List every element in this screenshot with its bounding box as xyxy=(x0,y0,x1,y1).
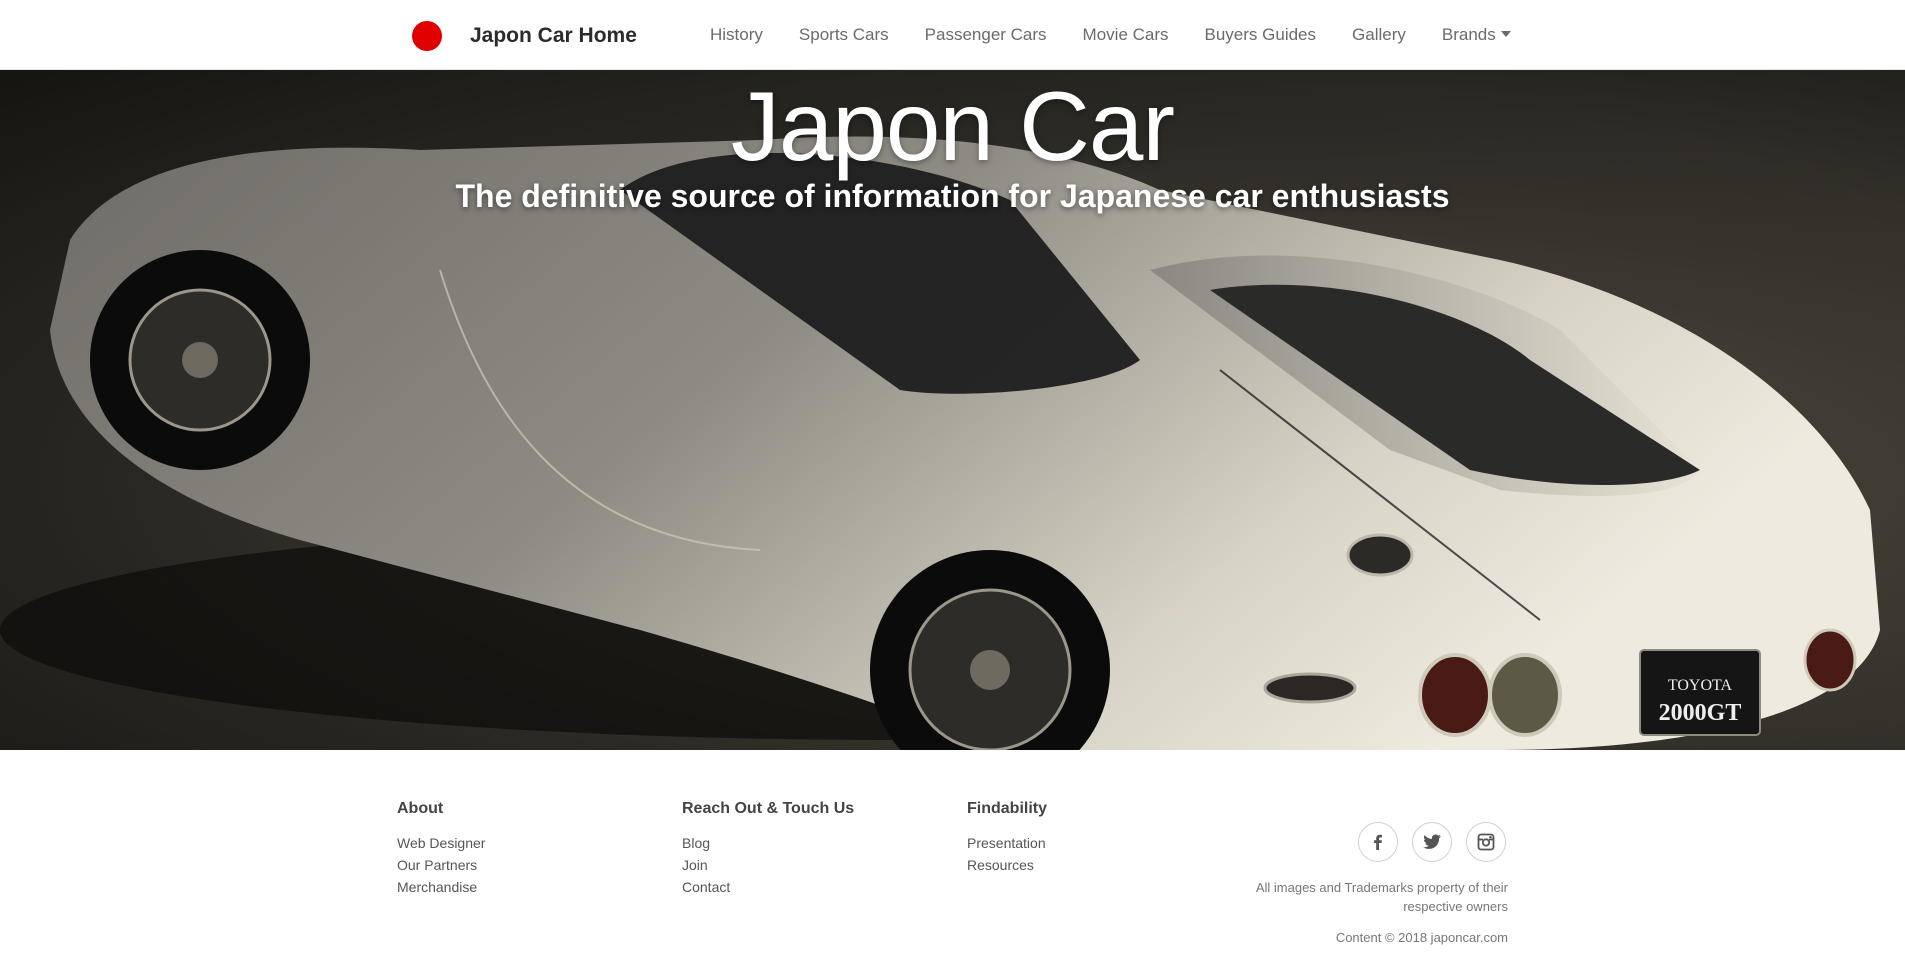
footer-findability-heading: Findability xyxy=(967,800,1047,817)
brand-home-link[interactable]: Japon Car Home xyxy=(412,21,637,51)
nav-movie-cars[interactable]: Movie Cars xyxy=(1083,25,1169,45)
caret-down-icon xyxy=(1500,31,1511,37)
nav-buyers-guides[interactable]: Buyers Guides xyxy=(1205,25,1317,45)
footer-link-blog[interactable]: Blog xyxy=(682,832,854,854)
footer-findability-column: Findability Presentation Resources xyxy=(967,800,1047,876)
nav-gallery[interactable]: Gallery xyxy=(1352,25,1406,45)
nav-passenger-cars[interactable]: Passenger Cars xyxy=(925,25,1047,45)
nav-brands-label: Brands xyxy=(1441,25,1496,44)
footer-link-merchandise[interactable]: Merchandise xyxy=(397,876,485,898)
brand-name: Japon Car Home xyxy=(470,24,637,47)
footer-link-resources[interactable]: Resources xyxy=(967,854,1047,876)
nav-sports-cars[interactable]: Sports Cars xyxy=(799,25,889,45)
footer-contact-heading: Reach Out & Touch Us xyxy=(682,800,855,817)
social-links xyxy=(1358,822,1506,862)
main-nav: History Sports Cars Passenger Cars Movie… xyxy=(710,0,1511,70)
nav-history[interactable]: History xyxy=(710,25,763,45)
footer-about-column: About Web Designer Our Partners Merchand… xyxy=(397,800,485,898)
footer-link-our-partners[interactable]: Our Partners xyxy=(397,854,485,876)
hero-title: Japon Car xyxy=(730,71,1175,181)
japan-flag-logo-icon xyxy=(412,21,442,51)
plate-line-2: 2000GT xyxy=(1659,700,1742,726)
twitter-button[interactable] xyxy=(1412,822,1452,862)
footer-about-heading: About xyxy=(397,800,444,817)
hero-banner: TOYOTA 2000GT Japon Car The definitive s… xyxy=(0,70,1905,750)
top-navbar: Japon Car Home History Sports Cars Passe… xyxy=(0,0,1905,70)
twitter-icon xyxy=(1423,834,1441,849)
hero-subtitle: The definitive source of information for… xyxy=(455,178,1450,214)
plate-line-1: TOYOTA xyxy=(1668,677,1733,694)
footer-link-join[interactable]: Join xyxy=(682,854,854,876)
nav-brands-dropdown[interactable]: Brands xyxy=(1442,25,1511,45)
site-footer: About Web Designer Our Partners Merchand… xyxy=(0,750,1905,969)
trademark-notice: All images and Trademarks property of th… xyxy=(1255,880,1508,914)
copyright-text: Content © 2018 japoncar.com xyxy=(1335,930,1508,945)
footer-contact-column: Reach Out & Touch Us Blog Join Contact xyxy=(682,800,854,898)
footer-link-web-designer[interactable]: Web Designer xyxy=(397,832,485,854)
instagram-icon xyxy=(1477,833,1495,851)
footer-link-contact[interactable]: Contact xyxy=(682,876,854,898)
facebook-button[interactable] xyxy=(1358,822,1398,862)
instagram-button[interactable] xyxy=(1466,822,1506,862)
footer-link-presentation[interactable]: Presentation xyxy=(967,832,1047,854)
facebook-icon xyxy=(1374,834,1382,850)
